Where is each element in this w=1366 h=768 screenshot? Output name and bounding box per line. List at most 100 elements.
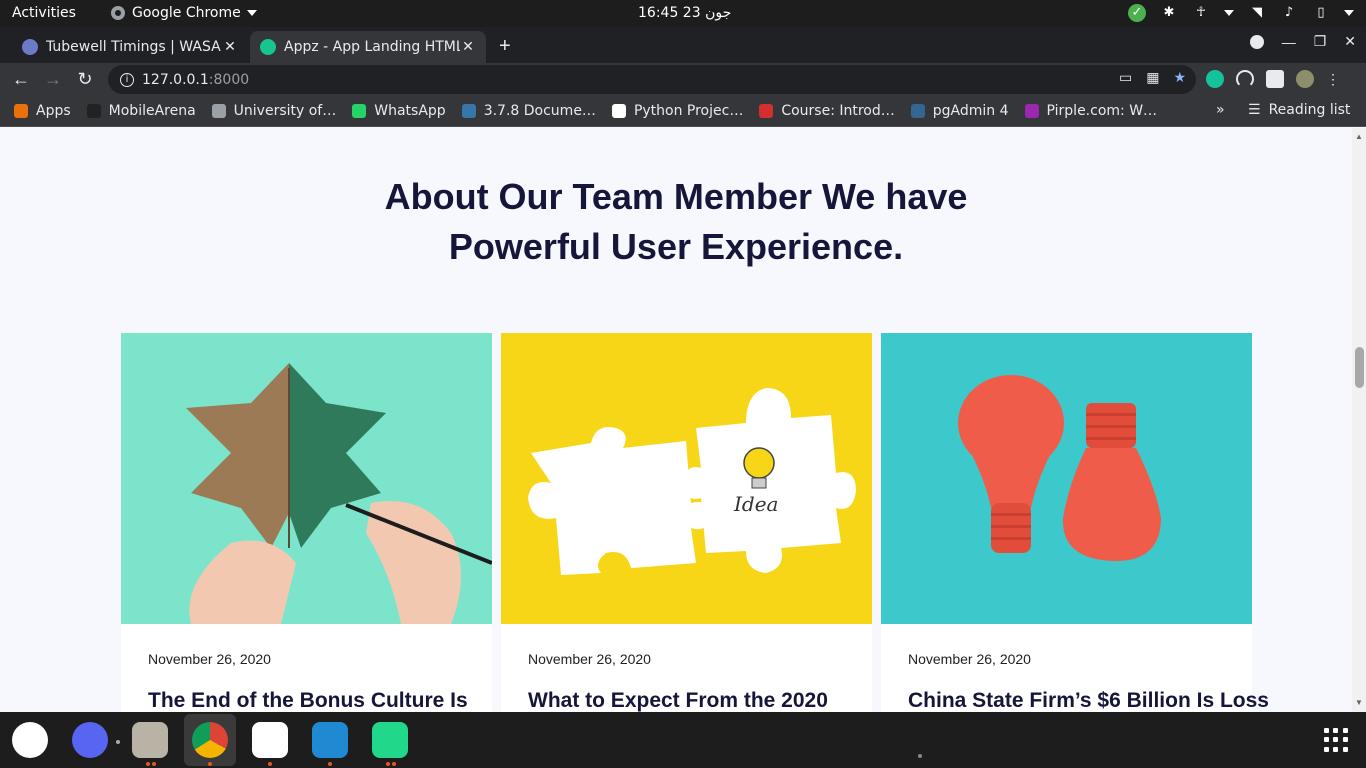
leaf-drawing-image[interactable] [121,333,492,624]
heading-line-1: About Our Team Member We have [384,176,968,217]
bookmark-label: WhatsApp [374,103,446,119]
pycharm-icon[interactable] [372,722,408,758]
card-date: November 26, 2020 [528,651,651,667]
red-light-bulbs-image[interactable] [881,333,1252,624]
discord-icon[interactable] [72,722,108,758]
mobilearena-icon [86,104,101,118]
clock[interactable]: 16:45 جون 23 [638,5,731,21]
bookmark-item[interactable]: Apps [14,103,71,119]
chevron-down-icon[interactable] [1224,10,1234,16]
apps-grid-icon [14,104,28,118]
grammarly-icon[interactable] [1206,70,1224,88]
tab-tubewell[interactable]: Tubewell Timings | WASA ✕ [12,31,248,63]
site-info-icon[interactable]: i [120,72,134,87]
running-indicator [208,762,212,766]
bookmark-star-icon[interactable]: ★ [1173,70,1186,86]
scroll-down-icon[interactable]: ▼ [1355,698,1363,707]
update-check-icon[interactable]: ✓ [1128,4,1146,22]
bookmarks-overflow-icon[interactable]: » [1216,102,1225,118]
activities-button[interactable]: Activities [12,5,76,21]
bookmark-item[interactable]: WhatsApp [352,103,446,119]
blog-card[interactable]: November 26, 2020 The End of the Bonus C… [121,333,492,712]
chevron-down-icon[interactable] [1344,10,1354,16]
bookmark-item[interactable]: MobileArena [86,103,196,119]
running-indicator [116,740,120,744]
wifi-icon[interactable]: ◥ [1248,4,1266,22]
blog-card[interactable]: Idea November 26, 2020 What to Expect Fr… [501,333,872,712]
card-date: November 26, 2020 [908,651,1031,667]
page-scrollbar[interactable]: ▲ ▼ [1352,128,1366,712]
scrollbar-thumb[interactable] [1355,347,1364,388]
show-applications-icon[interactable] [1324,728,1348,752]
bookmark-label: Pirple.com: W… [1046,103,1158,119]
bookmark-item[interactable]: University of… [211,103,337,119]
bookmark-item[interactable]: Course: Introd… [759,103,895,119]
profile-avatar-icon[interactable] [1296,70,1314,88]
app-menu-label: Google Chrome [132,5,241,21]
blog-card[interactable]: November 26, 2020 China State Firm’s $6 … [881,333,1269,712]
bookmark-label: MobileArena [108,103,196,119]
bookmark-label: Course: Introd… [781,103,895,119]
tab-title: Tubewell Timings | WASA [46,39,221,55]
chrome-icon[interactable] [192,722,228,758]
card-title[interactable]: The End of the Bonus Culture Is [148,689,468,712]
python-project-icon [611,104,626,118]
bookmark-label: University of… [233,103,337,119]
new-tab-icon[interactable]: + [499,35,511,58]
running-indicator [386,762,390,766]
chrome-app-icon [111,6,125,20]
card-date: November 26, 2020 [148,651,271,667]
running-indicator [328,762,332,766]
tab-search-icon[interactable] [1249,34,1264,49]
close-window-icon[interactable]: ✕ [1344,33,1356,50]
app-menu[interactable]: Google Chrome [110,5,257,21]
battery-icon[interactable]: ▯ [1312,4,1330,22]
close-tab-icon[interactable]: ✕ [460,39,476,55]
qr-code-icon[interactable]: ▦ [1146,70,1159,86]
appz-icon [260,39,276,55]
idea-text: Idea [733,492,778,516]
reading-list-label: Reading list [1268,102,1351,118]
files-icon[interactable] [132,722,168,758]
accessibility-icon[interactable]: ☥ [1192,4,1210,22]
bookmark-item[interactable]: 3.7.8 Docume… [461,103,596,119]
reading-list-button[interactable]: ☰ Reading list [1248,102,1350,118]
system-top-bar: Activities Google Chrome 16:45 جون 23 ✓ … [0,0,1366,27]
card-title[interactable]: What to Expect From the 2020 [528,689,828,712]
forward-icon[interactable]: → [42,69,64,90]
extension-arc-icon[interactable] [1236,70,1254,88]
vscode-icon[interactable] [312,722,348,758]
tab-appz[interactable]: Appz - App Landing HTML ✕ [250,31,486,63]
bookmark-item[interactable]: Pirple.com: W… [1024,103,1158,119]
bookmark-item[interactable]: Python Projec… [611,103,743,119]
reload-icon[interactable]: ↻ [74,69,96,90]
card-title[interactable]: China State Firm’s $6 Billion Is Loss [908,689,1269,712]
text-editor-icon[interactable] [252,722,288,758]
url-port: :8000 [208,71,250,88]
menu-kebab-icon[interactable]: ⋮ [1326,70,1340,88]
scroll-up-icon[interactable]: ▲ [1355,132,1363,141]
slack-icon[interactable] [12,722,48,758]
bookmarks-bar: Apps MobileArena University of… WhatsApp 3.7… [0,96,1366,127]
cast-icon[interactable]: ▭ [1119,70,1132,86]
bookmark-label: 3.7.8 Docume… [483,103,596,119]
slack-tray-icon[interactable]: ✱ [1160,4,1178,22]
back-icon[interactable]: ← [10,69,32,90]
close-tab-icon[interactable]: ✕ [222,39,238,55]
puzzle-idea-image[interactable]: Idea [501,333,872,624]
omnibox-actions: ▭ ▦ ★ [1119,70,1186,86]
address-bar[interactable]: i 127.0.0.1:8000 ▭ ▦ ★ [108,65,1196,94]
puzzle-extensions-icon[interactable] [1266,70,1284,88]
pirple-icon [1024,104,1039,118]
bookmark-item[interactable]: pgAdmin 4 [910,103,1009,119]
window-controls: — ❐ ✕ [1249,33,1356,50]
maximize-icon[interactable]: ❐ [1314,33,1327,50]
globe-icon [211,104,226,118]
minimize-icon[interactable]: — [1282,34,1296,50]
running-indicator [146,762,150,766]
volume-icon[interactable]: ♪ [1280,4,1298,22]
ubuntu-dock [0,712,1366,768]
extensions-area: ⋮ [1206,70,1340,88]
reading-list-icon: ☰ [1248,102,1261,118]
system-tray[interactable]: ✓ ✱ ☥ ◥ ♪ ▯ [1128,4,1354,22]
